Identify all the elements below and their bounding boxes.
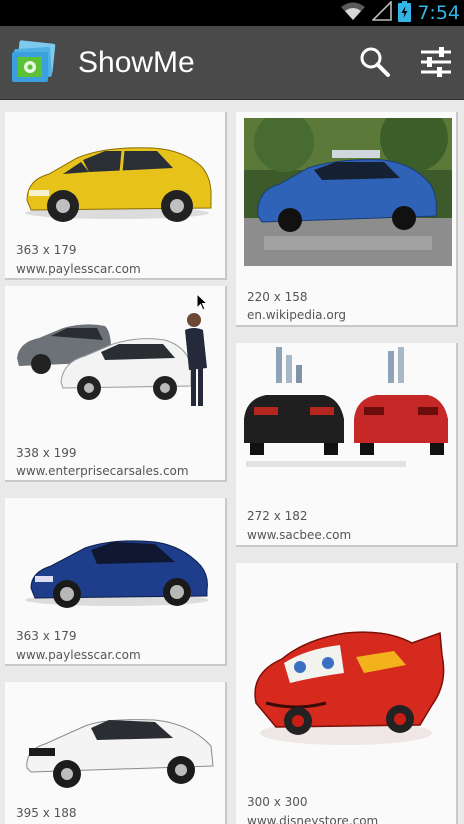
result-dimensions: 363 x 179 [16, 629, 77, 643]
signal-icon [371, 0, 393, 25]
battery-charging-icon [398, 0, 412, 26]
wifi-icon [340, 1, 366, 25]
result-image [236, 347, 456, 479]
result-dimensions: 338 x 199 [16, 446, 77, 460]
result-image [244, 118, 452, 266]
result-dimensions: 395 x 188 [16, 806, 77, 820]
mouse-cursor-icon [196, 292, 209, 315]
result-source: en.wikipedia.org [247, 308, 347, 322]
status-bar: 7:54 [0, 0, 464, 26]
result-card[interactable]: 300 x 300 www.disneystore.com [236, 563, 458, 824]
result-card[interactable]: 363 x 179 www.paylesscar.com [5, 498, 227, 666]
result-image [236, 603, 456, 763]
result-image [5, 118, 225, 236]
filter-button[interactable] [413, 41, 459, 87]
result-dimensions: 300 x 300 [247, 795, 308, 809]
result-card[interactable]: 338 x 199 www.enterprisecarsales.com [5, 286, 227, 482]
result-card[interactable]: 363 x 179 www.paylesscar.com [5, 112, 227, 280]
sliders-icon [419, 46, 453, 82]
result-image [5, 296, 225, 424]
result-dimensions: 272 x 182 [247, 509, 308, 523]
result-source: www.paylesscar.com [16, 648, 141, 662]
result-dimensions: 363 x 179 [16, 243, 77, 257]
result-image [5, 690, 225, 794]
search-icon [359, 46, 391, 82]
result-card[interactable]: 395 x 188 [5, 682, 227, 824]
result-source: www.disneystore.com [247, 814, 379, 824]
result-dimensions: 220 x 158 [247, 290, 308, 304]
action-bar: ShowMe [0, 26, 464, 100]
result-source: www.paylesscar.com [16, 262, 141, 276]
result-source: www.sacbee.com [247, 528, 352, 542]
results-grid: 363 x 179 www.paylesscar.com 338 x 199 w… [0, 100, 464, 824]
status-time: 7:54 [417, 2, 460, 24]
result-card[interactable]: 272 x 182 www.sacbee.com [236, 343, 458, 547]
result-card[interactable]: 220 x 158 en.wikipedia.org [236, 112, 458, 327]
app-title: ShowMe [78, 46, 195, 79]
app-logo-icon[interactable] [10, 40, 58, 86]
result-image [5, 506, 225, 614]
search-button[interactable] [352, 41, 398, 87]
result-source: www.enterprisecarsales.com [16, 464, 189, 478]
